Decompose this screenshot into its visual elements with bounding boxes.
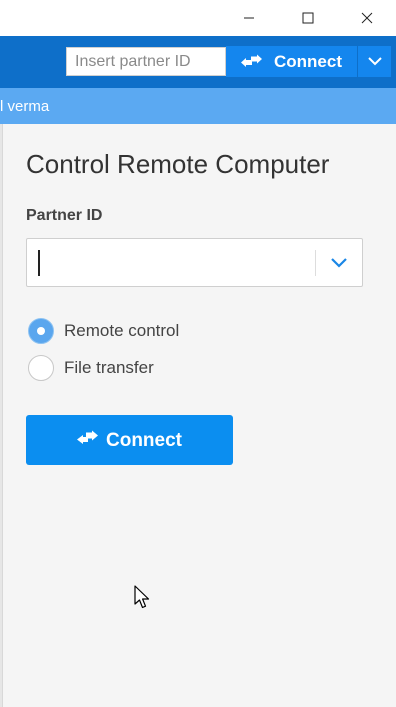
- partner-id-dropdown-button[interactable]: [316, 239, 362, 286]
- toolbar-connect-dropdown[interactable]: [357, 46, 391, 77]
- connect-button[interactable]: Connect: [26, 415, 233, 465]
- close-button[interactable]: [344, 0, 390, 36]
- remote-control-option[interactable]: Remote control: [28, 317, 179, 345]
- window-titlebar: [0, 0, 396, 36]
- connect-button-label: Connect: [106, 430, 182, 451]
- account-bar: l verma: [0, 88, 396, 124]
- toolbar-connect-label: Connect: [274, 52, 342, 71]
- partner-id-label: Partner ID: [26, 207, 103, 224]
- page-title: Control Remote Computer: [26, 149, 330, 179]
- text-caret: [38, 250, 40, 276]
- file-transfer-label: File transfer: [64, 358, 154, 377]
- chevron-down-icon: [331, 258, 347, 268]
- partner-id-combobox[interactable]: [26, 238, 363, 287]
- maximize-button[interactable]: [285, 0, 331, 36]
- remote-control-radio[interactable]: [28, 318, 54, 344]
- panel-left-edge: [0, 124, 3, 707]
- toolbar-connect-button[interactable]: Connect: [226, 46, 357, 77]
- chevron-down-icon: [367, 57, 382, 66]
- top-toolbar: Connect: [0, 36, 396, 88]
- minimize-button[interactable]: [226, 0, 272, 36]
- mouse-pointer-icon: [134, 585, 150, 609]
- swap-arrows-icon: [241, 54, 262, 67]
- file-transfer-radio[interactable]: [28, 355, 54, 381]
- partner-id-quick-input[interactable]: [66, 47, 226, 76]
- maximize-icon: [302, 12, 314, 24]
- file-transfer-option[interactable]: File transfer: [28, 354, 154, 382]
- remote-control-label: Remote control: [64, 321, 180, 340]
- account-name[interactable]: l verma: [0, 98, 49, 115]
- swap-arrows-icon: [77, 430, 98, 444]
- close-icon: [361, 12, 373, 24]
- minimize-icon: [244, 17, 254, 19]
